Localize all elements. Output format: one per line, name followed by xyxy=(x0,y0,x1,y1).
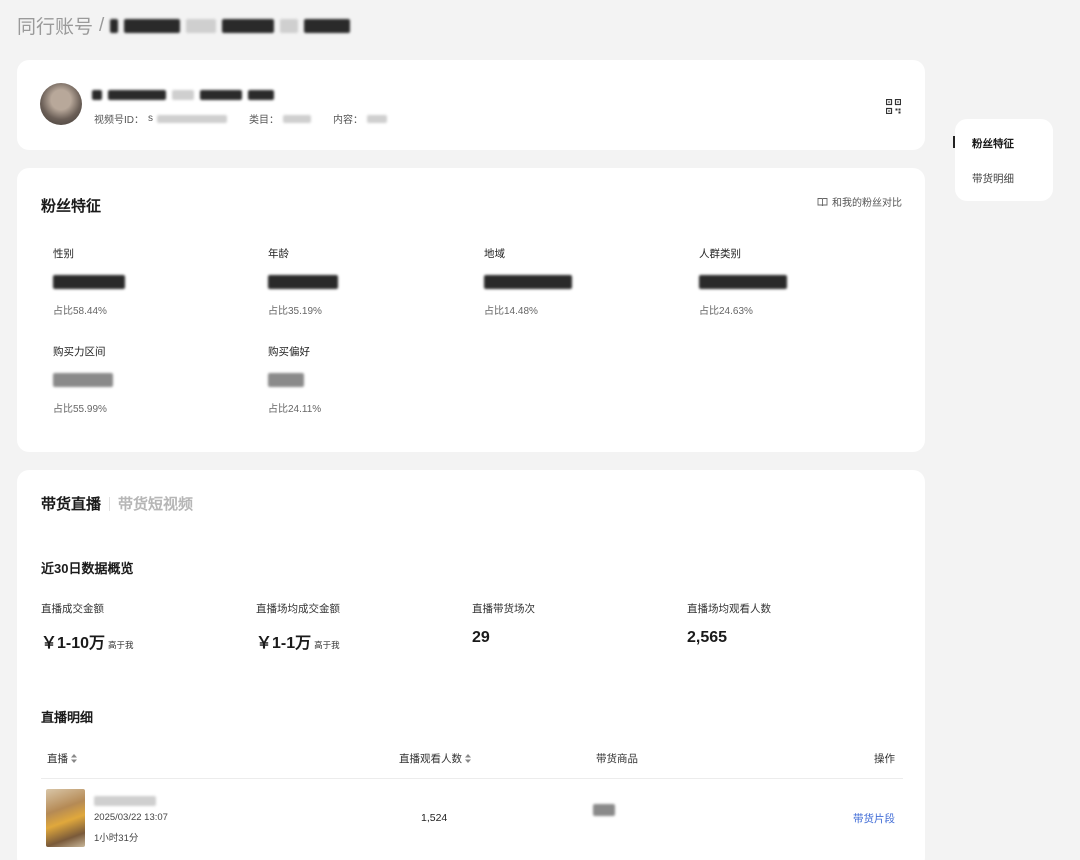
sort-icon xyxy=(71,754,77,763)
trait-percent: 占比58.44% xyxy=(53,306,107,317)
tab-short-video[interactable]: 带货短视频 xyxy=(118,493,193,514)
account-content: 内容： xyxy=(333,111,387,126)
sort-icon xyxy=(465,754,471,763)
trait-label: 购买力区间 xyxy=(53,346,106,358)
stat-label: 直播场均观看人数 xyxy=(687,603,771,615)
trait-purchasing-power: 购买力区间 占比55.99% xyxy=(53,344,253,415)
trait-crowd: 人群类别 占比24.63% xyxy=(699,246,899,317)
trait-region: 地域 占比14.48% xyxy=(484,246,684,317)
trait-percent: 占比55.99% xyxy=(53,404,107,415)
stat-value: 29 xyxy=(472,629,490,646)
column-goods: 带货商品 xyxy=(596,753,638,765)
stat-sessions: 直播带货场次 29 xyxy=(472,601,682,647)
trait-value xyxy=(268,273,468,291)
trait-gender: 性别 占比58.44% xyxy=(53,246,253,317)
account-category-label: 类目： xyxy=(249,115,279,126)
qr-code-icon[interactable] xyxy=(886,99,901,114)
live-thumbnail[interactable] xyxy=(46,789,85,847)
stat-note: 高于我 xyxy=(108,640,134,650)
content-tabs: 带货直播 带货短视频 xyxy=(41,493,193,514)
trait-value xyxy=(53,371,253,389)
redacted-text xyxy=(280,18,299,33)
account-name xyxy=(92,88,274,102)
account-content-label: 内容： xyxy=(333,115,363,126)
side-nav: 粉丝特征 带货明细 xyxy=(955,119,1053,201)
trait-label: 地域 xyxy=(484,248,505,260)
book-icon xyxy=(817,197,828,206)
column-viewers[interactable]: 直播观看人数 xyxy=(399,751,471,766)
fan-features-card: 粉丝特征 和我的粉丝对比 性别 占比58.44% 年龄 占比35.19% 地域 … xyxy=(17,168,925,452)
trait-percent: 占比35.19% xyxy=(268,306,322,317)
trait-purchase-preference: 购买偏好 占比24.11% xyxy=(268,344,468,415)
breadcrumb: 同行账号 / xyxy=(17,12,351,39)
redacted-text xyxy=(304,18,351,33)
stat-avg-gmv: 直播场均成交金额 ￥1-1万 高于我 xyxy=(256,601,466,653)
stat-value: ￥1-1万 高于我 xyxy=(256,635,340,652)
account-id: 视频号ID： s xyxy=(94,111,227,126)
tab-divider xyxy=(109,496,111,511)
avatar xyxy=(40,83,82,125)
stat-label: 直播带货场次 xyxy=(472,603,535,615)
breadcrumb-root[interactable]: 同行账号 xyxy=(17,12,93,39)
live-time: 2025/03/22 13:07 xyxy=(94,812,168,823)
trait-value xyxy=(699,273,899,291)
account-category: 类目： xyxy=(249,111,311,126)
live-duration: 1小时31分 xyxy=(94,833,139,844)
trait-value xyxy=(268,371,468,389)
column-live[interactable]: 直播 xyxy=(47,751,77,766)
live-title xyxy=(94,792,156,810)
clip-link[interactable]: 带货片段 xyxy=(853,811,895,826)
trait-value xyxy=(484,273,684,291)
tab-live[interactable]: 带货直播 xyxy=(41,493,101,514)
stat-gmv: 直播成交金额 ￥1-10万 高于我 xyxy=(41,601,251,653)
stat-label: 直播成交金额 xyxy=(41,603,104,615)
compare-fans-button[interactable]: 和我的粉丝对比 xyxy=(817,194,902,209)
stat-note: 高于我 xyxy=(314,640,340,650)
nav-item-fan-features[interactable]: 粉丝特征 xyxy=(972,136,1014,151)
redacted-text xyxy=(110,18,119,33)
trait-label: 年龄 xyxy=(268,248,289,260)
stat-value: 2,565 xyxy=(687,629,728,646)
fan-features-title: 粉丝特征 xyxy=(41,198,102,215)
goods-thumbnail xyxy=(593,801,615,819)
live-viewers: 1,524 xyxy=(421,812,448,824)
redacted-text xyxy=(186,18,217,33)
account-id-label: 视频号ID： xyxy=(94,115,144,126)
nav-item-goods-detail[interactable]: 带货明细 xyxy=(972,171,1014,186)
redacted-text xyxy=(222,18,275,33)
stat-label: 直播场均成交金额 xyxy=(256,603,340,615)
table-header: 直播 直播观看人数 带货商品 操作 xyxy=(41,749,903,779)
trait-label: 性别 xyxy=(53,248,74,260)
trait-percent: 占比24.63% xyxy=(699,306,753,317)
stat-avg-viewers: 直播场均观看人数 2,565 xyxy=(687,601,897,647)
column-action: 操作 xyxy=(874,753,895,765)
trait-label: 购买偏好 xyxy=(268,346,310,358)
trait-age: 年龄 占比35.19% xyxy=(268,246,468,317)
table-row[interactable]: 2025/03/22 13:07 1小时31分 1,524 带货片段 xyxy=(41,788,903,850)
trait-percent: 占比14.48% xyxy=(484,306,538,317)
account-meta: 视频号ID： s 类目： 内容： xyxy=(94,111,387,126)
live-detail-title: 直播明细 xyxy=(41,710,94,725)
overview-title: 近30日数据概览 xyxy=(41,561,134,576)
trait-value xyxy=(53,273,253,291)
trait-percent: 占比24.11% xyxy=(268,404,322,415)
stat-value: ￥1-10万 高于我 xyxy=(41,635,134,652)
trait-label: 人群类别 xyxy=(699,248,741,260)
redacted-text xyxy=(124,18,181,33)
breadcrumb-separator: / xyxy=(99,14,105,36)
live-selling-card: 带货直播 带货短视频 近30日数据概览 直播成交金额 ￥1-10万 高于我 直播场… xyxy=(17,470,925,860)
account-id-value: s xyxy=(148,113,153,124)
account-profile-card: 视频号ID： s 类目： 内容： xyxy=(17,60,925,150)
compare-fans-label: 和我的粉丝对比 xyxy=(832,198,902,209)
